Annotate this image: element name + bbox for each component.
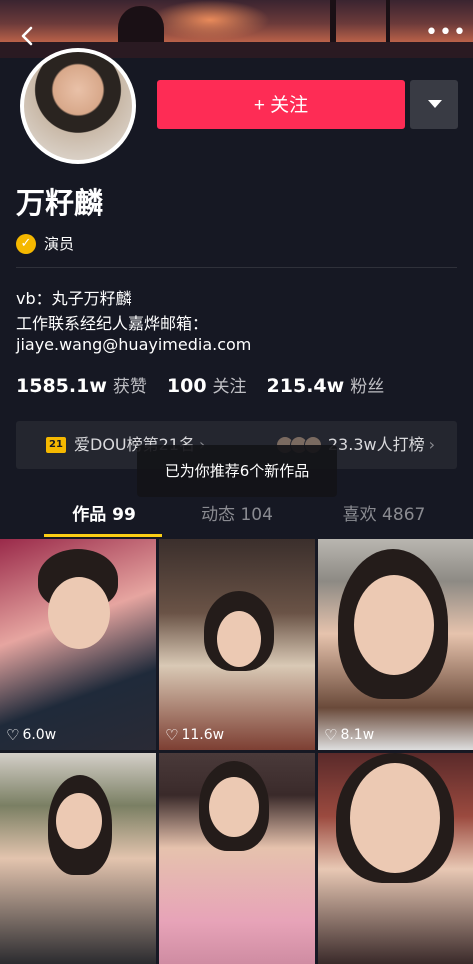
heart-icon: ♡ xyxy=(6,726,20,744)
tab-likes[interactable]: 喜欢 4867 xyxy=(305,498,463,532)
bio-line: 工作联系经纪人嘉烨邮箱： xyxy=(16,314,209,333)
avatar[interactable] xyxy=(20,48,136,164)
verified-tag: ✓ 演员 xyxy=(16,233,74,254)
profile-name: 万籽麟 xyxy=(16,186,104,220)
video-likes-count: 11.6w xyxy=(181,727,225,743)
video-thumbnail[interactable] xyxy=(0,753,156,964)
following-count[interactable]: 100 xyxy=(167,375,207,397)
profile-tabs: 作品 99 动态 104 喜欢 4867 xyxy=(0,498,473,538)
tab-moments[interactable]: 动态 104 xyxy=(158,498,316,532)
crown-icon: 21 xyxy=(46,437,66,453)
video-thumbnail[interactable]: ♡ 11.6w xyxy=(159,539,315,750)
divider xyxy=(16,267,457,268)
thumb-face xyxy=(209,777,259,837)
video-likes: ♡ 8.1w xyxy=(324,726,374,744)
thumb-face xyxy=(217,611,261,667)
likes-count: 1585.1w xyxy=(16,375,107,397)
video-likes: ♡ 11.6w xyxy=(165,726,224,744)
video-likes: ♡ 6.0w xyxy=(6,726,56,744)
bio-line: vb：丸子万籽麟 xyxy=(16,289,132,308)
heart-icon: ♡ xyxy=(165,726,179,744)
video-thumbnail[interactable] xyxy=(159,753,315,964)
thumb-face xyxy=(354,575,434,675)
video-thumbnail[interactable]: ♡ 8.1w xyxy=(318,539,473,750)
profile-stats: 1585.1w 获赞 100 关注 215.4w 粉丝 xyxy=(16,372,404,397)
following-label[interactable]: 关注 xyxy=(213,372,247,397)
likes-label: 获赞 xyxy=(112,377,147,397)
video-thumbnail[interactable]: ♡ 6.0w xyxy=(0,539,156,750)
banner-sunset xyxy=(150,0,270,40)
recommend-toast: 已为你推荐6个新作品 xyxy=(137,445,337,497)
video-likes-count: 8.1w xyxy=(340,727,375,743)
video-likes-count: 6.0w xyxy=(22,727,57,743)
back-button[interactable] xyxy=(14,22,42,50)
follow-button[interactable]: + 关注 xyxy=(157,80,405,129)
thumb-face xyxy=(350,763,440,873)
video-thumbnail[interactable] xyxy=(318,753,473,964)
more-button[interactable]: ••• xyxy=(425,22,466,50)
followers-label[interactable]: 粉丝 xyxy=(350,372,384,397)
chevron-left-icon xyxy=(21,26,33,46)
recommend-dropdown-button[interactable] xyxy=(410,80,458,129)
chevron-right-icon: › xyxy=(428,435,435,454)
avatar-image xyxy=(24,52,132,160)
followers-count[interactable]: 215.4w xyxy=(267,375,345,397)
bio-email[interactable]: jiaye.wang@huayimedia.com xyxy=(16,335,251,354)
triangle-down-icon xyxy=(428,100,442,108)
fan-rank-text: 23.3w人打榜 xyxy=(327,435,425,454)
heart-icon: ♡ xyxy=(324,726,338,744)
thumb-face xyxy=(56,793,102,849)
active-tab-indicator xyxy=(44,534,162,537)
thumb-face xyxy=(48,577,110,649)
more-dots-icon: ••• xyxy=(425,20,467,45)
verified-label: 演员 xyxy=(44,235,75,253)
check-badge-icon: ✓ xyxy=(16,233,36,254)
